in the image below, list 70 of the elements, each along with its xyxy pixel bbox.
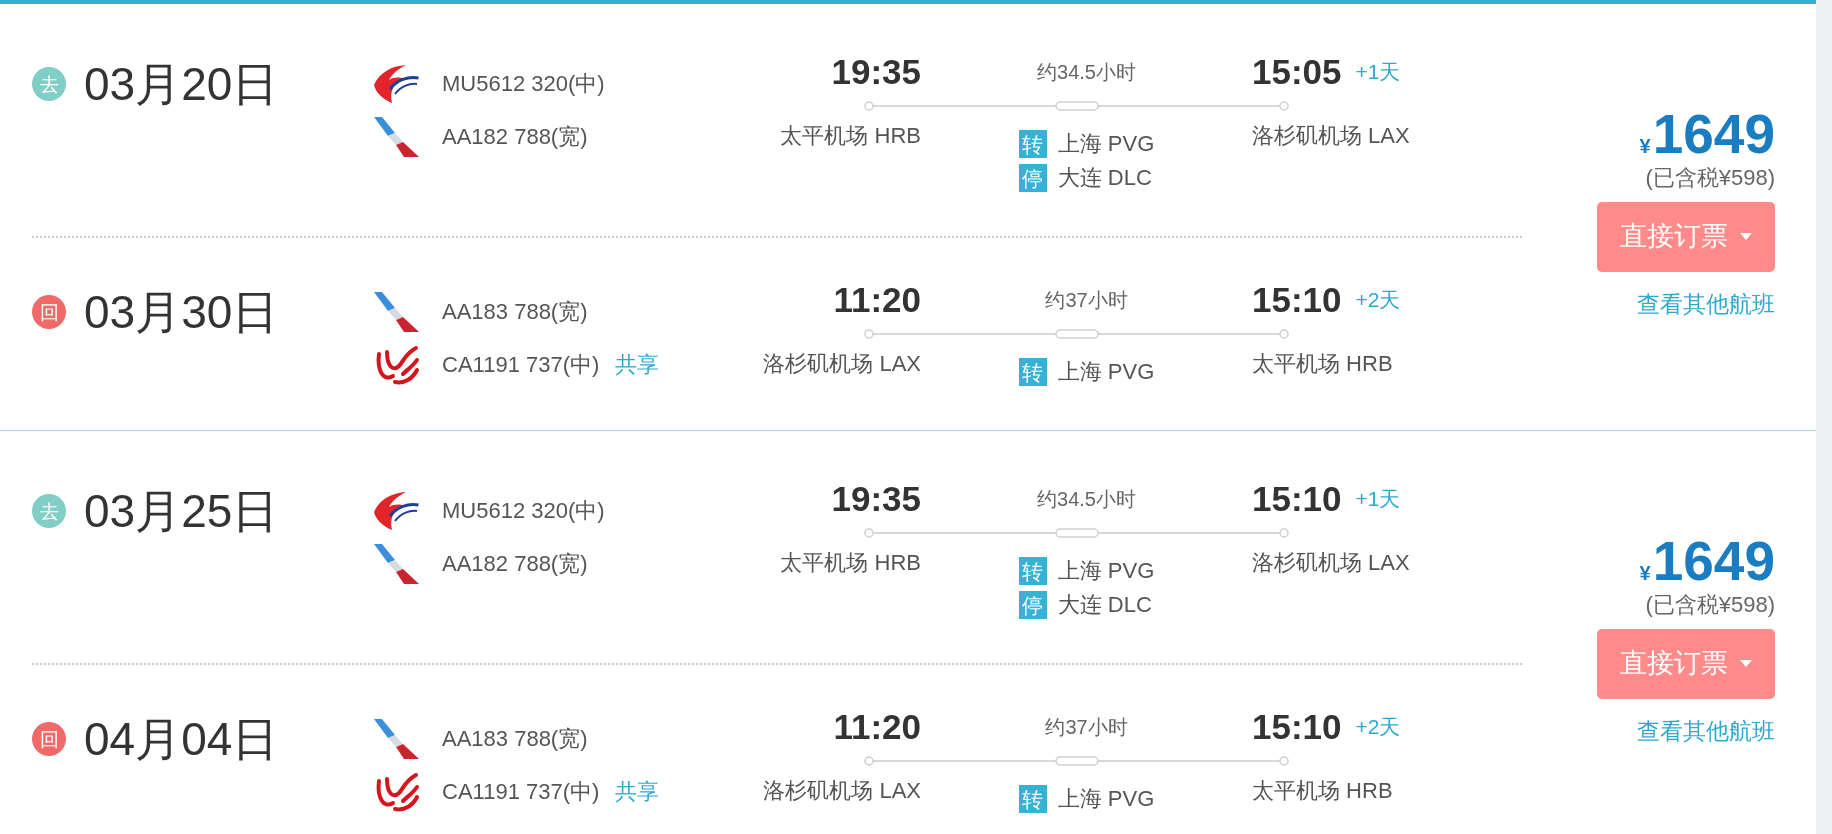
stop-badge: 转 [1018,358,1047,386]
arrival-time: 15:10 [1252,707,1342,747]
departure-airport: 太平机场 HRB [780,122,921,150]
stop-badge: 停 [1018,591,1047,619]
arrival-time: 15:10 [1252,280,1342,320]
price: ¥1649 [1639,533,1775,589]
other-flights-link[interactable]: 查看其他航班 [1637,289,1775,318]
duration: 约34.5小时 [1037,60,1136,85]
direction-badge: 去 [32,494,66,528]
direction-badge: 回 [32,722,66,756]
arrival-airport: 太平机场 HRB [1252,777,1393,805]
stop-badge: 转 [1018,557,1047,585]
departure-airport: 洛杉矶机场 LAX [763,350,921,378]
departure-time: 11:20 [833,280,921,320]
stop-airport: 上海 PVG [1057,785,1155,813]
day-offset: +1天 [1355,59,1401,85]
tax-note: (已含税¥598) [1645,163,1775,192]
codeshare-label: 共享 [615,351,660,379]
stop-badge: 转 [1018,130,1047,158]
flight-number: AA183 788(宽) [442,725,588,753]
date: 04月04日 [84,714,279,764]
departure-airport: 洛杉矶机场 LAX [763,777,921,805]
departure-airport: 太平机场 HRB [780,549,921,577]
other-flights-link[interactable]: 查看其他航班 [1637,716,1775,745]
flight-number: CA1191 737(中) [442,351,600,379]
duration: 约37小时 [1045,715,1128,740]
duration: 约34.5小时 [1037,487,1136,512]
book-button[interactable]: 直接订票 [1597,201,1775,272]
flight-number: AA182 788(宽) [442,123,588,151]
arrival-time: 15:10 [1252,479,1342,519]
stop-airport: 上海 PVG [1057,130,1155,158]
book-button[interactable]: 直接订票 [1597,628,1775,699]
codeshare-label: 共享 [615,778,660,806]
tail-fin-logo-icon [373,116,420,158]
departure-time: 19:35 [831,52,921,92]
flight-number: AA182 788(宽) [442,550,588,578]
day-offset: +2天 [1355,287,1401,313]
flight-number: MU5612 320(中) [442,497,605,525]
direction-badge: 回 [32,295,66,329]
stop-airport: 上海 PVG [1057,358,1155,386]
date: 03月25日 [84,486,279,536]
flight-number: CA1191 737(中) [442,778,600,806]
caret-down-icon [1740,660,1752,667]
arrival-time: 15:05 [1252,52,1342,92]
arrival-airport: 洛杉矶机场 LAX [1252,549,1410,577]
tax-note: (已含税¥598) [1645,590,1775,619]
tail-fin-logo-icon [373,291,420,333]
departure-time: 11:20 [833,707,921,747]
date: 03月30日 [84,287,279,337]
stop-badge: 停 [1018,164,1047,192]
swoosh-logo-icon [373,64,420,104]
swoosh-logo-icon [373,491,420,531]
duration: 约37小时 [1045,288,1128,313]
price: ¥1649 [1639,106,1775,162]
tail-fin-logo-icon [373,543,420,585]
departure-time: 19:35 [831,479,921,519]
stop-airport: 大连 DLC [1057,591,1152,619]
arrival-airport: 洛杉矶机场 LAX [1252,122,1410,150]
direction-badge: 去 [32,67,66,101]
stop-airport: 大连 DLC [1057,164,1152,192]
stop-badge: 转 [1018,785,1047,813]
caret-down-icon [1740,233,1752,240]
tail-fin-logo-icon [373,718,420,760]
flight-number: MU5612 320(中) [442,70,605,98]
day-offset: +2天 [1355,714,1401,740]
flight-number: AA183 788(宽) [442,298,588,326]
date: 03月20日 [84,59,279,109]
day-offset: +1天 [1355,486,1401,512]
stop-airport: 上海 PVG [1057,557,1155,585]
arrival-airport: 太平机场 HRB [1252,350,1393,378]
